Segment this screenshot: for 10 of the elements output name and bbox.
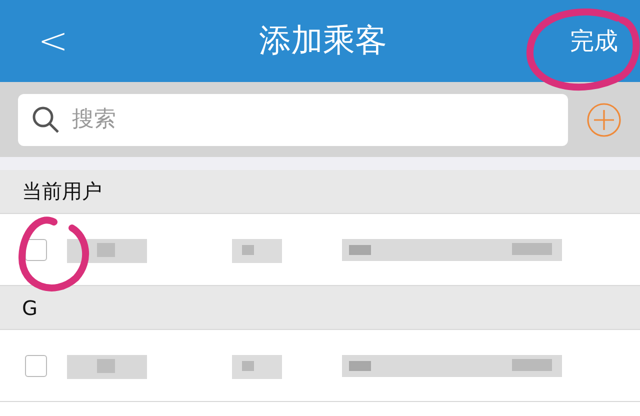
back-button[interactable]: <: [30, 20, 76, 62]
add-icon[interactable]: [586, 102, 622, 138]
checkbox[interactable]: [25, 354, 47, 376]
page-title: 添加乘客: [259, 20, 388, 61]
section-header: G: [22, 296, 38, 320]
search-field[interactable]: 搜索: [18, 94, 568, 146]
done-button[interactable]: 完成: [570, 25, 618, 57]
checkbox[interactable]: [25, 238, 47, 260]
section-header: 当前用户: [22, 178, 102, 205]
search-icon: [32, 106, 60, 134]
